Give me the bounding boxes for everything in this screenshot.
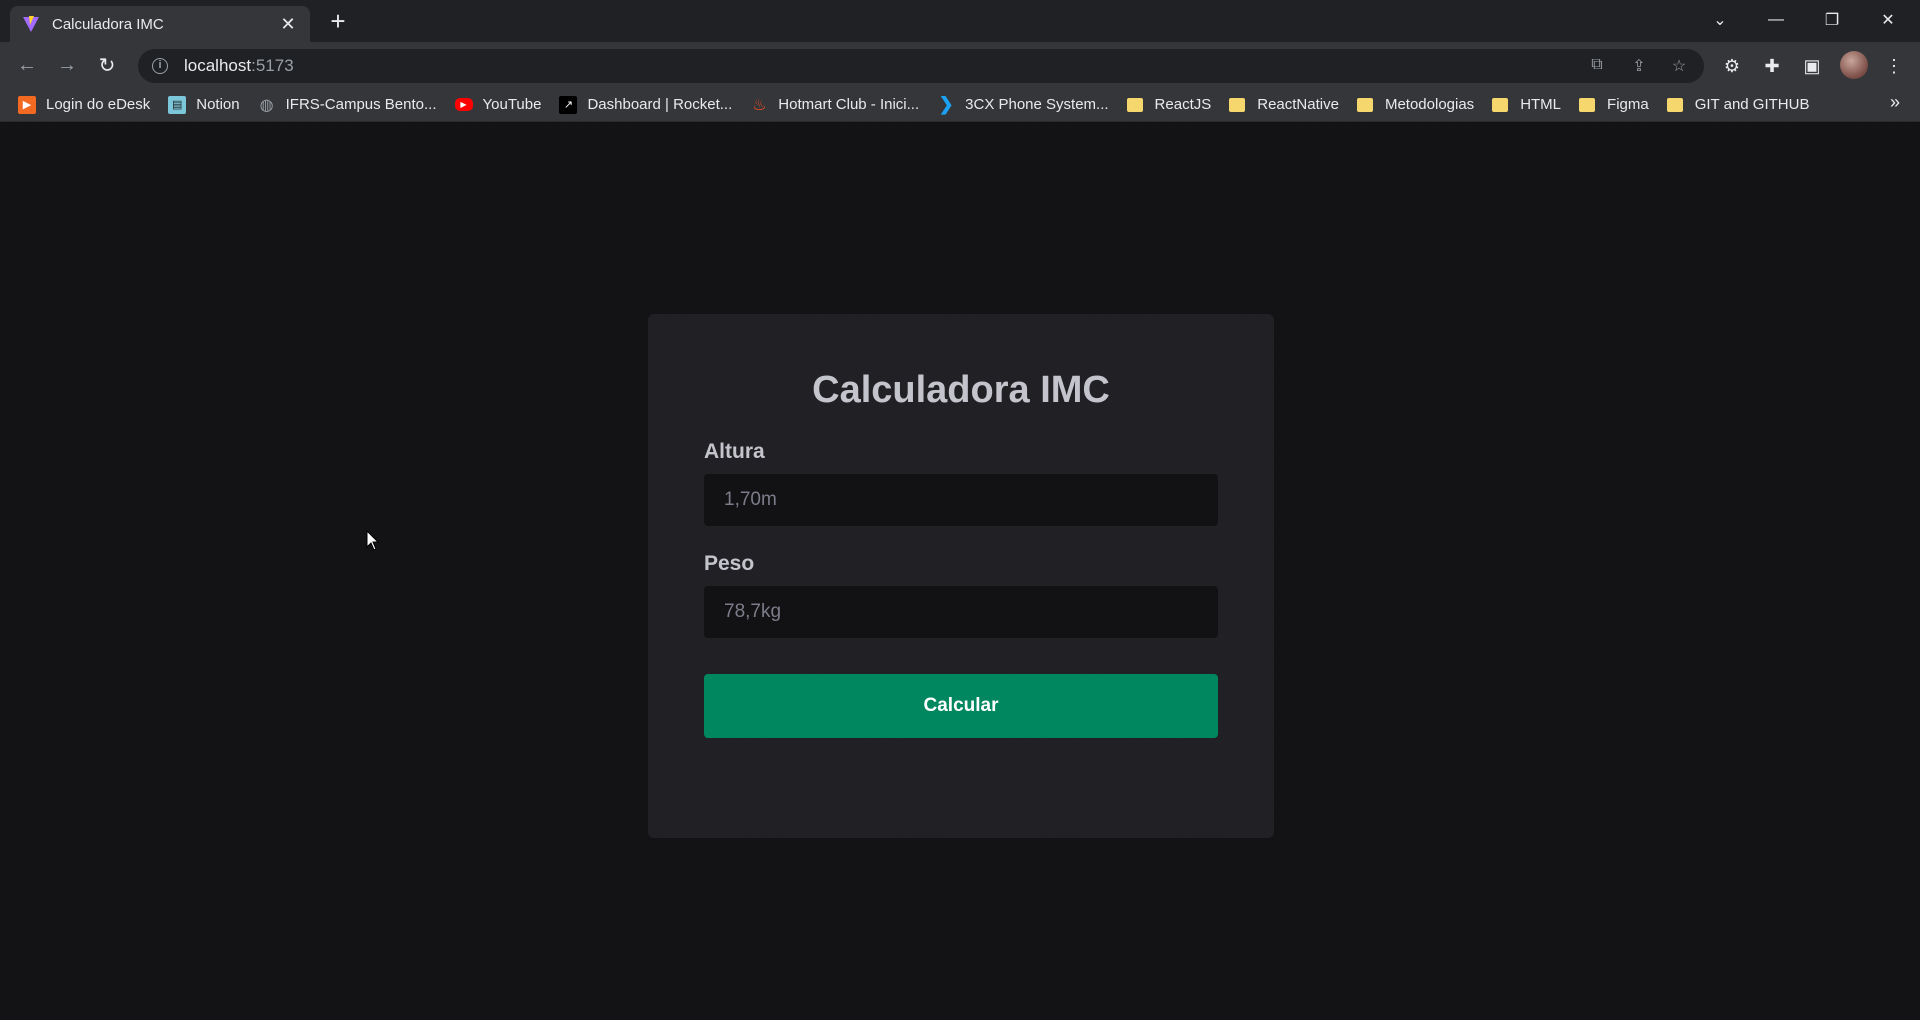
bookmark-label: GIT and GITHUB: [1694, 96, 1810, 113]
bookmark-label: Hotmart Club - Inici...: [778, 96, 920, 113]
bookmark-folder[interactable]: Metodologias: [1355, 91, 1484, 119]
height-input[interactable]: [704, 474, 1218, 526]
folder-icon: [1229, 97, 1246, 112]
side-panel-icon[interactable]: ▣: [1800, 54, 1824, 78]
vite-icon: [23, 16, 39, 32]
bookmark-item[interactable]: ▶ Login do eDesk: [16, 91, 160, 119]
extensions-puzzle-icon[interactable]: ✚: [1760, 54, 1784, 78]
bookmark-item[interactable]: ↗ Dashboard | Rocket...: [557, 91, 742, 119]
folder-icon: [1126, 97, 1143, 112]
tab-title: Calculadora IMC: [52, 15, 164, 33]
back-button[interactable]: ←: [12, 50, 42, 80]
3cx-icon: ❯: [938, 94, 954, 114]
bookmarks-bar: ▶ Login do eDesk ▤ Notion ◍ IFRS-Campus …: [0, 88, 1920, 122]
height-label: Altura: [704, 440, 765, 463]
bookmark-label: IFRS-Campus Bento...: [285, 96, 437, 113]
browser-tab[interactable]: Calculadora IMC ✕: [10, 6, 310, 42]
browser-toolbar: ← → ↻ i localhost:5173 ⧉ ⇪ ☆ ⚙ ✚ ▣ ⋮: [0, 42, 1920, 88]
bookmark-folder[interactable]: HTML: [1490, 91, 1571, 119]
bookmark-item[interactable]: ▶ YouTube: [453, 91, 552, 119]
bookmark-item[interactable]: ❯ 3CX Phone System...: [935, 91, 1118, 119]
notion-icon: ▤: [168, 95, 187, 114]
menu-kebab-icon[interactable]: ⋮: [1882, 54, 1906, 78]
bookmark-label: Notion: [196, 96, 240, 113]
rocketseat-icon: ↗: [559, 95, 578, 114]
profile-avatar[interactable]: [1840, 51, 1868, 79]
minimize-button[interactable]: —: [1748, 0, 1804, 40]
bookmark-label: Login do eDesk: [46, 96, 151, 113]
translate-icon[interactable]: ⧉: [1586, 56, 1608, 76]
bookmark-label: Metodologias: [1384, 96, 1475, 113]
weight-label: Peso: [704, 552, 755, 575]
url-port: :5173: [251, 56, 294, 75]
bookmark-label: ReactNative: [1257, 96, 1339, 113]
bookmark-label: YouTube: [482, 96, 542, 113]
bookmark-folder[interactable]: Figma: [1577, 91, 1659, 119]
folder-icon: [1579, 97, 1596, 112]
bookmark-star-icon[interactable]: ☆: [1668, 56, 1690, 76]
mouse-cursor-icon: [366, 530, 380, 551]
globe-icon: ◍: [259, 96, 274, 114]
bookmark-folder[interactable]: ReactNative: [1227, 91, 1349, 119]
calculate-button[interactable]: Calcular: [704, 674, 1218, 738]
page-title: Calculadora IMC: [812, 369, 1110, 411]
bookmark-folder[interactable]: ReactJS: [1125, 91, 1222, 119]
url-host: localhost: [184, 56, 252, 75]
extension-gear-icon[interactable]: ⚙: [1720, 54, 1744, 78]
imc-form-card: Calculadora IMC Altura Peso Calcular: [648, 314, 1274, 838]
folder-icon: [1356, 97, 1373, 112]
page-viewport: Calculadora IMC Altura Peso Calcular: [0, 122, 1920, 1020]
bookmark-label: Dashboard | Rocket...: [587, 96, 733, 113]
edesk-icon: ▶: [18, 95, 36, 114]
bookmark-label: ReactJS: [1154, 96, 1212, 113]
reload-button[interactable]: ↻: [92, 50, 122, 80]
address-bar[interactable]: i localhost:5173 ⧉ ⇪ ☆: [138, 49, 1704, 83]
folder-icon: [1492, 97, 1509, 112]
folder-icon: [1666, 97, 1683, 112]
restore-button[interactable]: ❐: [1804, 0, 1860, 40]
weight-input[interactable]: [704, 586, 1218, 638]
close-tab-icon[interactable]: ✕: [278, 14, 298, 35]
hotmart-icon: ♨: [752, 96, 767, 114]
bookmark-label: 3CX Phone System...: [965, 96, 1109, 113]
bookmark-label: HTML: [1520, 96, 1562, 113]
bookmark-folder[interactable]: GIT and GITHUB: [1665, 91, 1820, 119]
tab-strip: Calculadora IMC ✕ + ⌄ — ❐ ✕: [0, 0, 1920, 42]
new-tab-button[interactable]: +: [324, 8, 352, 36]
more-bookmarks-chevron-icon[interactable]: »: [1890, 92, 1900, 113]
share-icon[interactable]: ⇪: [1628, 56, 1650, 76]
forward-button[interactable]: →: [52, 50, 82, 80]
tab-search-button[interactable]: ⌄: [1692, 0, 1748, 40]
site-info-icon[interactable]: i: [152, 58, 168, 74]
youtube-icon: ▶: [454, 98, 473, 111]
bookmark-item[interactable]: ▤ Notion: [166, 91, 249, 119]
close-window-button[interactable]: ✕: [1860, 0, 1916, 40]
bookmark-item[interactable]: ♨ Hotmart Club - Inici...: [748, 91, 929, 119]
bookmark-item[interactable]: ◍ IFRS-Campus Bento...: [256, 91, 447, 119]
bookmark-label: Figma: [1607, 96, 1649, 113]
